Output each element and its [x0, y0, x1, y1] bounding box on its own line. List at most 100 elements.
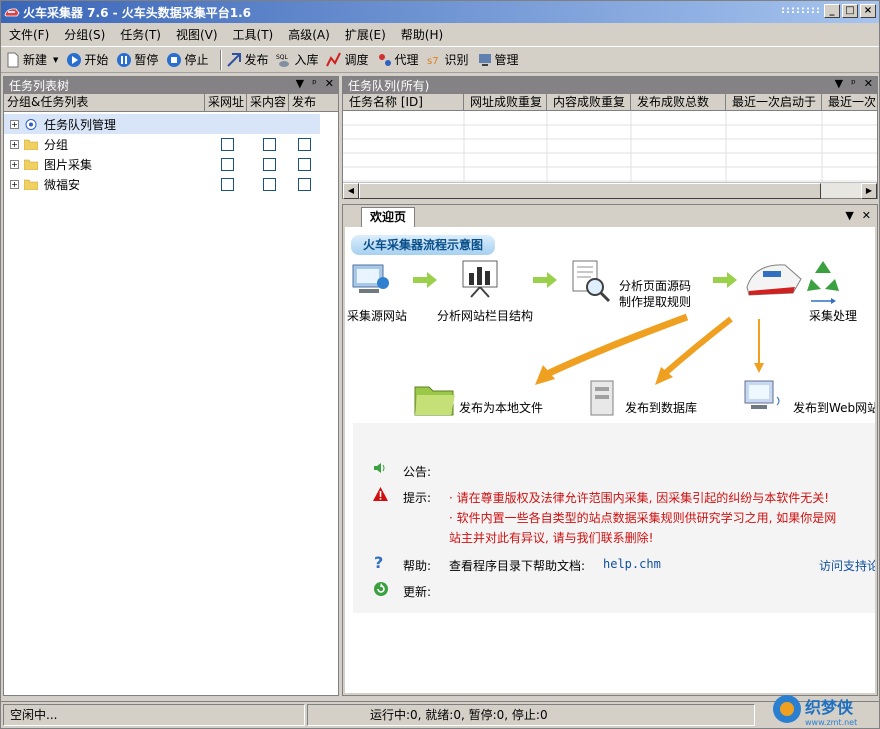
tip-copyright: · 请在尊重版权及法律允许范围内采集, 因采集引起的纠纷与本软件无关!	[449, 491, 830, 505]
chevron-down-icon[interactable]: ▼	[53, 56, 58, 64]
output-database: 发布到数据库	[625, 401, 698, 415]
close-icon[interactable]: ✕	[864, 77, 873, 90]
panel-menu-icon[interactable]: ▼	[845, 209, 853, 222]
step-make-rules: 制作提取规则	[619, 295, 692, 309]
checkbox-publish[interactable]	[298, 157, 311, 171]
checkbox-collect-content[interactable]	[263, 137, 276, 151]
title-bar[interactable]: 火车采集器 7.6 - 火车头数据采集平台1.6 :::::::: _ □ ×	[1, 1, 879, 23]
col-url-stats[interactable]: 网址成败重复	[464, 94, 547, 111]
train-app-icon	[4, 8, 20, 17]
menu-task[interactable]: 任务(T)	[120, 26, 161, 43]
checkbox-collect-url[interactable]	[221, 137, 234, 151]
menu-extend[interactable]: 扩展(E)	[345, 26, 386, 43]
expand-icon[interactable]: +	[10, 159, 19, 169]
notice-label: 公告:	[403, 465, 432, 479]
menu-file[interactable]: 文件(F)	[9, 26, 49, 43]
import-button[interactable]: SQL 入库	[276, 51, 318, 68]
database-server-icon	[590, 380, 614, 416]
tab-welcome[interactable]: 欢迎页	[361, 207, 416, 227]
stop-button[interactable]: 停止	[166, 51, 208, 68]
scroll-right-icon[interactable]: ▶	[861, 183, 877, 199]
scroll-left-icon[interactable]: ◀	[343, 183, 359, 199]
proxy-icon	[378, 53, 391, 66]
expand-icon[interactable]: +	[10, 139, 19, 149]
schedule-button[interactable]: 调度	[326, 51, 369, 68]
panel-menu-icon[interactable]: ▼	[835, 77, 843, 90]
col-last-start[interactable]: 最近一次启动于	[726, 94, 822, 111]
pin-icon[interactable]: ᵖ	[312, 77, 317, 90]
col-last[interactable]: 最近一次	[822, 94, 877, 111]
checkbox-collect-content[interactable]	[263, 177, 276, 191]
menu-help[interactable]: 帮助(H)	[401, 26, 443, 43]
play-icon	[67, 52, 82, 67]
captcha-icon: s7	[427, 56, 439, 67]
task-queue-header: 任务队列(所有) ▼ ᵖ ✕	[343, 77, 877, 94]
checkbox-collect-url[interactable]	[221, 177, 234, 191]
tree-row-weifuan[interactable]: + 微福安	[4, 174, 338, 194]
local-file-folder-icon	[414, 386, 455, 416]
new-file-icon	[7, 52, 19, 67]
col-content-stats[interactable]: 内容成败重复	[547, 94, 631, 111]
col-group-task[interactable]: 分组&任务列表	[4, 94, 205, 111]
scroll-thumb[interactable]	[359, 183, 821, 199]
task-queue-panel: 任务队列(所有) ▼ ᵖ ✕ 任务名称 [ID] 网址成败重复 内容成败重复 发布成…	[342, 76, 878, 199]
new-button[interactable]: 新建 ▼	[5, 51, 58, 68]
checkbox-publish[interactable]	[298, 177, 311, 191]
expand-icon[interactable]: +	[10, 119, 19, 129]
tip-rules-line1: · 软件内置一些各自类型的站点数据采集规则供研究学习之用, 如果你是网	[449, 511, 837, 525]
folder-icon	[24, 179, 38, 190]
menu-group[interactable]: 分组(S)	[64, 26, 105, 43]
tree-row-group[interactable]: + 分组	[4, 134, 338, 154]
svg-text:?: ?	[374, 553, 383, 571]
toolbar-separator	[220, 49, 223, 70]
close-icon[interactable]: ✕	[325, 77, 334, 90]
tree-row-image[interactable]: + 图片采集	[4, 154, 338, 174]
close-button[interactable]: ×	[860, 4, 876, 18]
folder-icon	[24, 159, 38, 170]
pause-button[interactable]: 暂停	[116, 51, 158, 68]
speaker-icon	[374, 463, 385, 473]
web-publish-icon	[744, 380, 780, 409]
col-publish-stats[interactable]: 发布成败总数	[631, 94, 726, 111]
support-forum-link[interactable]: 访问支持论	[819, 557, 875, 574]
output-local-file: 发布为本地文件	[459, 401, 544, 415]
task-tree-header: 任务列表树 ▼ ᵖ ✕	[4, 77, 338, 94]
menu-tools[interactable]: 工具(T)	[233, 26, 274, 43]
tree-row-queue[interactable]: + 任务队列管理	[4, 114, 320, 134]
col-task-name[interactable]: 任务名称 [ID]	[343, 94, 464, 111]
tip-rules-line2: 站主并对此有异议, 请与我们联系删除!	[449, 531, 654, 545]
source-site-icon	[352, 264, 389, 293]
col-publish[interactable]: 发布	[289, 94, 338, 111]
close-icon[interactable]: ✕	[862, 209, 871, 222]
start-button[interactable]: 开始	[66, 51, 108, 68]
panel-menu-icon[interactable]: ▼	[296, 77, 304, 90]
flow-diagram-title: 火车采集器流程示意图	[351, 235, 496, 255]
proxy-button[interactable]: 代理	[377, 51, 419, 68]
publish-button[interactable]: 发布	[226, 51, 268, 68]
checkbox-publish[interactable]	[298, 137, 311, 151]
menu-advanced[interactable]: 高级(A)	[288, 26, 330, 43]
svg-text:s7: s7	[427, 56, 439, 67]
stop-icon	[167, 52, 182, 67]
pin-icon[interactable]: ᵖ	[851, 77, 856, 90]
help-text: 查看程序目录下帮助文档:	[449, 559, 586, 573]
checkbox-collect-url[interactable]	[221, 157, 234, 171]
manage-icon	[478, 53, 491, 66]
col-collect-content[interactable]: 采内容	[247, 94, 289, 111]
maximize-button[interactable]: □	[842, 4, 858, 18]
toolbar: 新建 ▼ 开始 暂停 停止 发布 SQL 入库 调度 代理 s7 识别 管理	[1, 46, 879, 73]
help-file-link[interactable]: help.chm	[603, 557, 661, 571]
arrow-right-icon	[533, 272, 557, 288]
pause-icon	[117, 52, 132, 67]
output-web-site: 发布到Web网站	[793, 401, 875, 415]
manage-button[interactable]: 管理	[477, 51, 519, 68]
col-collect-url[interactable]: 采网址	[205, 94, 247, 111]
menu-bar: 文件(F) 分组(S) 任务(T) 视图(V) 工具(T) 高级(A) 扩展(E…	[1, 24, 879, 45]
queue-horizontal-scrollbar[interactable]: ◀ ▶	[343, 182, 877, 199]
expand-icon[interactable]: +	[10, 179, 19, 189]
checkbox-collect-content[interactable]	[263, 157, 276, 171]
recognize-button[interactable]: s7 识别	[427, 51, 469, 68]
app-window: 火车采集器 7.6 - 火车头数据采集平台1.6 :::::::: _ □ × …	[0, 0, 880, 729]
minimize-button[interactable]: _	[824, 4, 840, 18]
menu-view[interactable]: 视图(V)	[176, 26, 218, 43]
